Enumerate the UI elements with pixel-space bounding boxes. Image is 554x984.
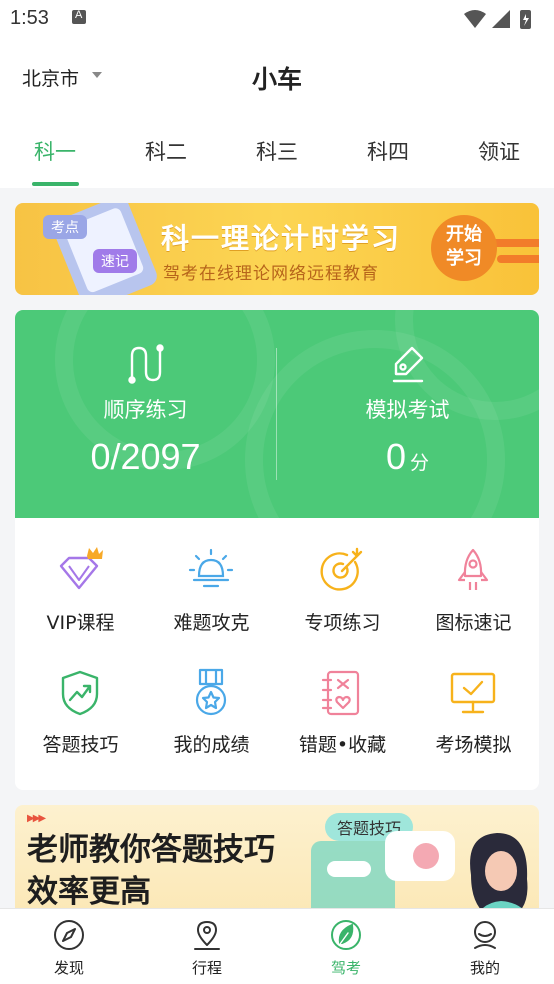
tab-subject-3[interactable]: 科三 bbox=[222, 136, 332, 166]
status-time: 1:53 bbox=[10, 7, 49, 29]
nav-discover[interactable]: 发现 bbox=[0, 909, 138, 984]
score-unit: 分 bbox=[410, 452, 430, 474]
teacher-illustration bbox=[470, 833, 528, 908]
grid-label: 错题•收藏 bbox=[298, 734, 387, 756]
grid-item-sign-memo[interactable]: 图标速记 bbox=[408, 518, 539, 640]
banner-tag-quick-memo: 速记 bbox=[93, 249, 137, 273]
status-icons bbox=[464, 10, 531, 29]
signal-icon bbox=[492, 10, 510, 28]
banner-subtitle: 驾考在线理论网络远程教育 bbox=[163, 264, 379, 284]
grid-item-special-practice[interactable]: 专项练习 bbox=[277, 518, 408, 640]
nav-label: 驾考 bbox=[330, 959, 361, 977]
nav-label: 发现 bbox=[53, 959, 84, 977]
banner-title-line1: 老师教你答题技巧 bbox=[27, 832, 275, 868]
lightbulb-icon bbox=[188, 548, 234, 588]
banner-title: 科一理论计时学习 bbox=[161, 222, 402, 255]
notification-icon bbox=[72, 9, 86, 24]
banner-tag-key-points: 考点 bbox=[43, 215, 87, 239]
decoration bbox=[327, 861, 371, 877]
page-title: 小车 bbox=[251, 65, 302, 94]
grid-item-wrong-and-favorites[interactable]: 错题•收藏 bbox=[277, 640, 408, 762]
shield-trend-icon bbox=[61, 670, 99, 716]
grid-label: 我的成绩 bbox=[173, 734, 250, 756]
stats-panel: 顺序练习 0/2097 模拟考试 0分 bbox=[15, 310, 539, 518]
start-learning-line2: 学习 bbox=[446, 248, 482, 269]
nav-label: 行程 bbox=[191, 959, 222, 977]
banner-title-line2: 效率更高 bbox=[27, 874, 151, 908]
tab-subject-1[interactable]: 科一 bbox=[0, 136, 110, 166]
play-icon bbox=[413, 843, 439, 869]
banner-title: 老师教你答题技巧 效率更高 bbox=[27, 829, 275, 908]
grid-label: 答题技巧 bbox=[42, 734, 119, 756]
mock-exam-score: 0分 bbox=[277, 436, 538, 478]
status-bar: 1:53 bbox=[0, 0, 554, 40]
sequential-practice-label: 顺序练习 bbox=[103, 398, 188, 422]
grid-item-hard-questions[interactable]: 难题攻克 bbox=[146, 518, 277, 640]
tab-indicator bbox=[32, 182, 79, 186]
target-icon bbox=[320, 547, 363, 591]
compass-icon bbox=[54, 920, 84, 950]
sequence-path-icon bbox=[128, 344, 164, 384]
sequential-practice-progress: 0/2097 bbox=[90, 436, 201, 477]
grid-item-answer-tips[interactable]: 答题技巧 bbox=[15, 640, 146, 762]
mock-exam-label: 模拟考试 bbox=[365, 398, 450, 422]
nav-mine[interactable]: 我的 bbox=[416, 909, 554, 984]
medal-icon bbox=[195, 668, 227, 716]
monitor-check-icon bbox=[450, 672, 496, 714]
theory-study-banner[interactable]: 考点 速记 科一理论计时学习 驾考在线理论网络远程教育 开始 学习 bbox=[15, 203, 539, 295]
tab-subject-4[interactable]: 科四 bbox=[333, 136, 443, 166]
nav-driving-test[interactable]: 驾考 bbox=[277, 909, 415, 984]
mock-exam-score-value: 0 bbox=[385, 436, 406, 477]
bottom-nav: 发现 行程 驾考 我的 bbox=[0, 908, 554, 984]
wifi-icon bbox=[464, 10, 486, 28]
arrows-decoration: ▶▶▶ bbox=[27, 813, 46, 824]
location-pin-icon bbox=[194, 921, 220, 950]
grid-label: VIP课程 bbox=[46, 612, 115, 634]
grid-label: 难题攻克 bbox=[173, 612, 250, 634]
mock-exam-button[interactable]: 模拟考试 0分 bbox=[277, 310, 538, 518]
leaf-icon bbox=[331, 920, 361, 950]
pen-icon bbox=[392, 346, 424, 383]
feature-grid: VIP课程 难题攻克 专项练习 图标速记 答题技巧 我的成绩 错题•收藏 考场模… bbox=[15, 518, 539, 790]
tab-subject-2[interactable]: 科二 bbox=[111, 136, 221, 166]
grid-item-exam-simulation[interactable]: 考场模拟 bbox=[408, 640, 539, 762]
answer-tips-banner[interactable]: ▶▶▶ 老师教你答题技巧 效率更高 答题技巧 bbox=[15, 805, 539, 908]
profile-icon bbox=[474, 921, 496, 949]
nav-label: 我的 bbox=[469, 959, 500, 977]
main-content[interactable]: 考点 速记 科一理论计时学习 驾考在线理论网络远程教育 开始 学习 顺序练习 0… bbox=[0, 188, 554, 908]
sequential-practice-button[interactable]: 顺序练习 0/2097 bbox=[15, 310, 276, 518]
tab-license[interactable]: 领证 bbox=[444, 136, 554, 166]
nav-trips[interactable]: 行程 bbox=[138, 909, 276, 984]
notebook-heart-icon bbox=[321, 670, 360, 716]
subject-tabs: 科一 科二 科三 科四 领证 bbox=[0, 126, 554, 188]
app-header: 北京市 小车 bbox=[0, 40, 554, 110]
grid-item-my-scores[interactable]: 我的成绩 bbox=[146, 640, 277, 762]
practice-card: 顺序练习 0/2097 模拟考试 0分 VIP课程 难题攻克 专项练习 图标速记… bbox=[15, 310, 539, 790]
grid-label: 图标速记 bbox=[435, 612, 512, 634]
rocket-icon bbox=[457, 548, 489, 590]
start-learning-button[interactable]: 开始 学习 bbox=[431, 215, 497, 281]
diamond-crown-icon bbox=[59, 547, 103, 590]
grid-label: 考场模拟 bbox=[435, 734, 512, 756]
banner-decoration bbox=[497, 255, 539, 263]
start-learning-line1: 开始 bbox=[446, 224, 482, 245]
grid-label: 专项练习 bbox=[304, 612, 381, 634]
grid-item-vip-course[interactable]: VIP课程 bbox=[15, 518, 146, 640]
